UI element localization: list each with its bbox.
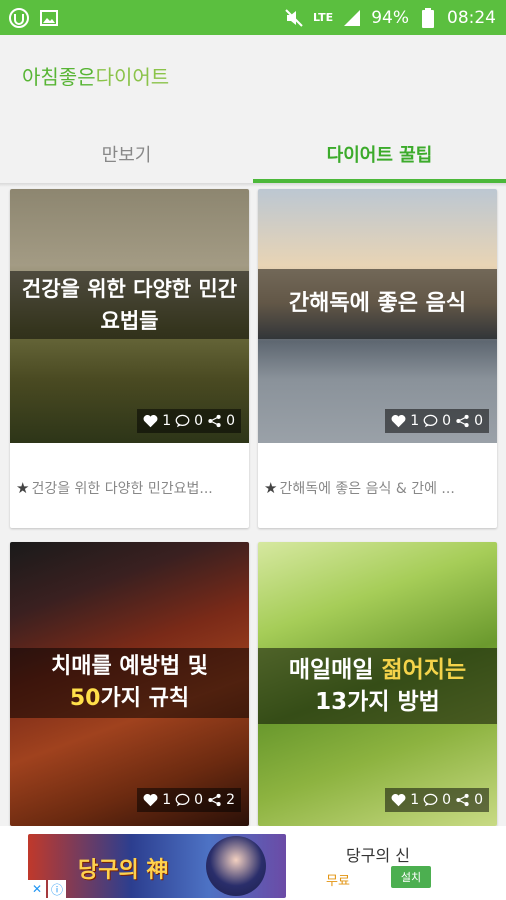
share-icon: [208, 793, 221, 807]
article-card[interactable]: 간해독에 좋은 음식 1 0 0 ★ 간해독에 좋은 음식 & 간에 ...: [258, 189, 497, 528]
app-header: 아침좋은다이어트: [0, 35, 506, 125]
logo-text-first: 아침좋은: [22, 65, 96, 89]
comment-count: 0: [194, 792, 204, 808]
ad-choices[interactable]: ✕ ⓘ: [28, 880, 66, 898]
tab-bar: 만보기 다이어트 꿀팁: [0, 125, 506, 183]
like-count: 1: [410, 413, 420, 429]
share-icon: [456, 793, 469, 807]
ad-image[interactable]: 당구의 神: [28, 834, 286, 898]
comment-icon: [423, 793, 438, 807]
card-caption: ★ 간해독에 좋은 음식 & 간에 ...: [258, 448, 497, 528]
overlay-line: 13가지 방법: [315, 689, 440, 715]
logo-text-second: 다이어트: [95, 65, 170, 89]
image-notification-icon: [38, 7, 60, 29]
network-type: LTE: [312, 11, 334, 24]
overlay-line: 50가지 규칙: [70, 683, 189, 715]
overlay-line-start: 매일매일: [288, 657, 382, 683]
tab-pedometer[interactable]: 만보기: [0, 125, 253, 183]
star-icon: ★: [264, 479, 278, 497]
app-notification-icon: [8, 7, 30, 29]
like-count: 1: [162, 792, 172, 808]
comment-icon: [175, 414, 190, 428]
star-icon: ★: [16, 479, 30, 497]
overlay-line: 치매를 예방법 및: [51, 654, 208, 679]
share-count: 2: [226, 792, 235, 808]
card-stats: 1 0 0: [137, 409, 241, 433]
overlay-line: 요법들: [100, 309, 159, 333]
ad-app-name[interactable]: 당구의 신: [346, 842, 410, 866]
ad-info-icon[interactable]: ⓘ: [48, 880, 66, 898]
ad-banner[interactable]: 당구의 神 당구의 신 무료 설치: [0, 826, 506, 900]
share-icon: [208, 414, 221, 428]
overlay-line: 매일매일 젊어지는: [289, 654, 466, 686]
clock: 08:24: [447, 7, 496, 28]
like-count: 1: [162, 413, 172, 429]
card-stats: 1 0 0: [385, 409, 489, 433]
share-count: 0: [474, 792, 483, 808]
share-count: 0: [474, 413, 483, 429]
comment-icon: [175, 793, 190, 807]
card-caption: ★ 건강을 위한 다양한 민간요법...: [10, 448, 249, 528]
ad-install-button[interactable]: 설치: [391, 866, 431, 888]
heart-icon: [391, 793, 406, 807]
battery-icon: [417, 7, 439, 29]
caption-text: 간해독에 좋은 음식 & 간에 ...: [279, 481, 455, 497]
ad-banner-title: 당구의 神: [78, 858, 169, 883]
ad-price: 무료: [326, 874, 350, 889]
heart-icon: [143, 414, 158, 428]
card-overlay-title: 간해독에 좋은 음식: [258, 269, 497, 339]
comment-count: 0: [442, 413, 452, 429]
card-overlay-title: 건강을 위한 다양한 민간 요법들: [10, 271, 249, 339]
card-overlay-title: 매일매일 젊어지는 13가지 방법: [258, 648, 497, 724]
ad-close-icon[interactable]: ✕: [28, 880, 46, 898]
overlay-highlight: 50: [69, 686, 101, 711]
comment-count: 0: [194, 413, 204, 429]
comment-icon: [423, 414, 438, 428]
heart-icon: [143, 793, 158, 807]
signal-icon: [341, 7, 363, 29]
overlay-highlight: 젊어지는: [381, 657, 467, 683]
tab-diet-tips[interactable]: 다이어트 꿀팁: [253, 125, 506, 183]
share-count: 0: [226, 413, 235, 429]
overlay-line-rest: 가지 규칙: [100, 686, 190, 711]
comment-count: 0: [442, 792, 452, 808]
heart-icon: [391, 414, 406, 428]
article-card[interactable]: 치매를 예방법 및 50가지 규칙 1 0 2: [10, 542, 249, 826]
share-icon: [456, 414, 469, 428]
card-stats: 1 0 0: [385, 788, 489, 812]
article-card[interactable]: 매일매일 젊어지는 13가지 방법 1 0 0: [258, 542, 497, 826]
status-bar: LTE 94% 08:24: [0, 0, 506, 35]
overlay-line: 간해독에 좋은 음식: [288, 291, 467, 316]
like-count: 1: [410, 792, 420, 808]
ad-character-image: [206, 836, 266, 896]
card-overlay-title: 치매를 예방법 및 50가지 규칙: [10, 648, 249, 718]
mute-icon: [283, 7, 305, 29]
battery-percent: 94%: [371, 7, 409, 28]
card-stats: 1 0 2: [137, 788, 241, 812]
article-card[interactable]: 건강을 위한 다양한 민간 요법들 1 0 0 ★ 건강을 위한 다양한 민간요…: [10, 189, 249, 528]
overlay-line: 건강을 위한 다양한 민간: [21, 277, 238, 301]
caption-text: 건강을 위한 다양한 민간요법...: [31, 481, 213, 497]
tab-shadow: [0, 183, 506, 187]
app-logo[interactable]: 아침좋은다이어트: [22, 61, 169, 90]
